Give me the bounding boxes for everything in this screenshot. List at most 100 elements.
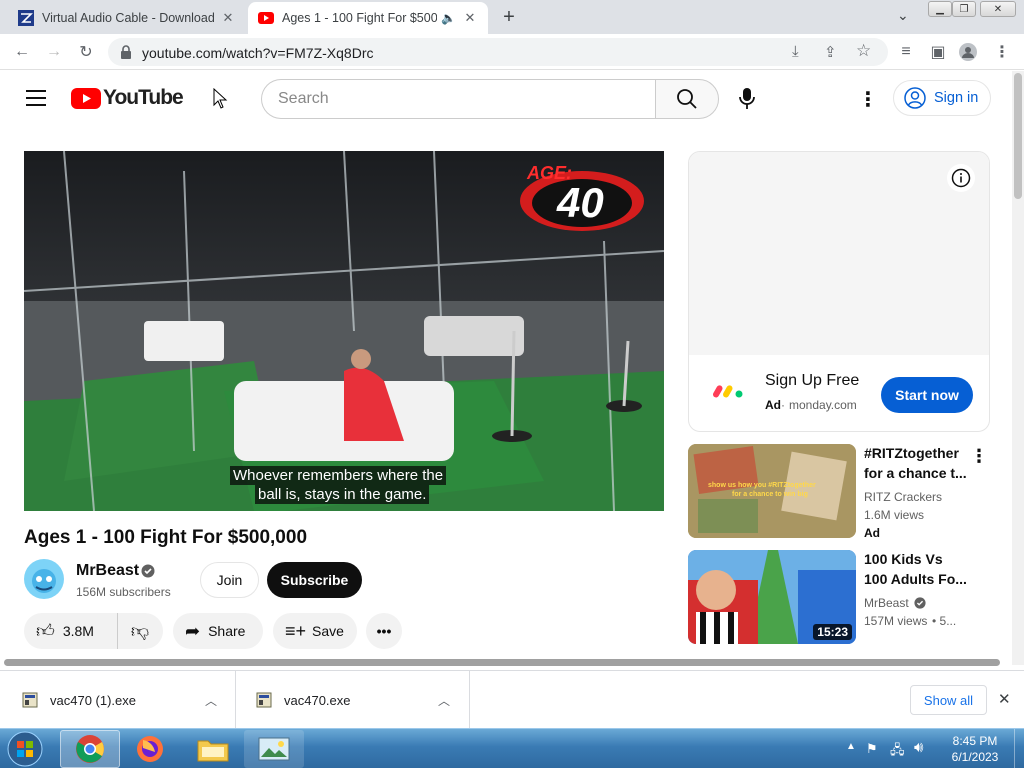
- forward-arrow-icon[interactable]: →: [44, 42, 64, 62]
- search-input[interactable]: Search: [261, 79, 656, 119]
- side-panel-icon[interactable]: ▣: [928, 42, 948, 62]
- voice-search-button[interactable]: [734, 84, 760, 114]
- vertical-scroll-thumb[interactable]: [1014, 73, 1022, 199]
- more-horizontal-icon: •••: [376, 623, 392, 639]
- show-desktop-button[interactable]: [1014, 729, 1024, 769]
- rec-title-line1[interactable]: #RITZtogether: [864, 443, 976, 463]
- windows-taskbar: ▲ ⚑ 🖧 🔊︎ 8:45 PM 6/1/2023: [0, 728, 1024, 769]
- vertical-scrollbar[interactable]: [1012, 71, 1024, 665]
- subscribe-button[interactable]: Subscribe: [267, 562, 362, 598]
- age-value: 40: [557, 179, 604, 226]
- picture-viewer-icon: [258, 737, 290, 761]
- restore-window-button[interactable]: ❐: [952, 1, 976, 17]
- horizontal-scrollbar[interactable]: [0, 655, 1012, 669]
- taskbar-firefox[interactable]: [120, 730, 180, 768]
- ad-domain: monday.com: [789, 398, 857, 412]
- kids-vs-adults-thumbnail[interactable]: 15:23: [688, 550, 856, 644]
- rec-more-icon[interactable]: ⋮: [970, 446, 988, 467]
- join-button[interactable]: Join: [200, 562, 259, 598]
- volume-icon[interactable]: 🔊︎: [914, 739, 923, 756]
- settings-more-icon[interactable]: ⋮: [858, 87, 878, 112]
- ad-card[interactable]: Sign Up Free Ad · monday.com Start now: [688, 151, 990, 432]
- tab-virtual-audio-cable[interactable]: Virtual Audio Cable - Downloads ✕: [8, 2, 246, 34]
- new-tab-button[interactable]: +: [498, 6, 520, 28]
- save-label: Save: [312, 623, 344, 639]
- share-page-icon[interactable]: ⇪: [824, 43, 837, 61]
- profile-avatar-icon[interactable]: [958, 42, 978, 62]
- chevron-up-icon[interactable]: ︿: [205, 692, 217, 709]
- rec-title-line1[interactable]: 100 Kids Vs: [864, 549, 976, 569]
- hamburger-menu-icon[interactable]: [26, 90, 46, 106]
- search-icon: [677, 89, 697, 109]
- media-controls-icon[interactable]: ≡: [896, 42, 916, 62]
- channel-avatar[interactable]: [24, 559, 64, 599]
- start-now-label: Start now: [895, 387, 959, 403]
- close-tab-icon[interactable]: ✕: [220, 10, 236, 26]
- ritz-thumb-text-1: show us how you #RITZtogether: [708, 482, 816, 489]
- taskbar-image-viewer[interactable]: [244, 730, 304, 768]
- ad-info-button[interactable]: [947, 164, 975, 192]
- tab-search-icon[interactable]: ⌄: [897, 7, 909, 24]
- like-button[interactable]: 👍︎ 3.8M: [24, 613, 118, 649]
- taskbar-chrome[interactable]: [60, 730, 120, 768]
- chevron-up-icon[interactable]: ︿: [438, 692, 450, 709]
- verified-badge-icon: [141, 564, 155, 578]
- ad-badge: Ad: [765, 398, 781, 412]
- show-all-label: Show all: [923, 692, 974, 708]
- close-shelf-icon[interactable]: ✕: [998, 690, 1011, 708]
- tab-title: Virtual Audio Cable - Downloads: [42, 11, 214, 25]
- video-title: Ages 1 - 100 Fight For $500,000: [24, 527, 308, 548]
- reload-icon[interactable]: ↻: [76, 42, 96, 62]
- show-hidden-icons[interactable]: ▲: [846, 741, 856, 752]
- start-button[interactable]: [4, 730, 46, 768]
- download-filename: vac470 (1).exe: [50, 692, 136, 708]
- action-center-flag-icon[interactable]: ⚑: [866, 741, 878, 757]
- download-filename: vac470.exe: [284, 692, 351, 708]
- network-icon[interactable]: 🖧: [890, 741, 905, 763]
- browser-toolbar: ← → ↻ youtube.com/watch?v=FM7Z-Xq8Drc ⤓ …: [0, 34, 1024, 70]
- ad-media: [689, 152, 989, 355]
- thumbs-up-icon: 👍︎: [36, 621, 55, 641]
- download-item[interactable]: vac470.exe ︿: [236, 671, 470, 729]
- back-arrow-icon[interactable]: ←: [12, 42, 32, 62]
- ritz-ad-thumbnail[interactable]: show us how you #RITZtogether for a chan…: [688, 444, 856, 538]
- lock-icon[interactable]: [120, 45, 132, 59]
- address-bar[interactable]: youtube.com/watch?v=FM7Z-Xq8Drc ⤓ ⇪ ☆: [108, 38, 888, 66]
- start-now-button[interactable]: Start now: [881, 377, 973, 413]
- tab-audio-playing-icon[interactable]: 🔈: [441, 11, 456, 25]
- dislike-button[interactable]: 👎︎: [118, 613, 162, 649]
- rec-title-line2[interactable]: for a chance t...: [864, 463, 976, 483]
- search-button[interactable]: [655, 79, 719, 119]
- vac-favicon-icon: [18, 10, 34, 26]
- share-label: Share: [208, 623, 246, 639]
- rec-views: 1.6M views: [864, 508, 925, 522]
- video-player[interactable]: AGE: 40 Whoever remembers where the ball…: [24, 151, 664, 511]
- youtube-play-logo-icon: [71, 88, 101, 109]
- horizontal-scroll-thumb[interactable]: [4, 659, 1000, 666]
- show-all-downloads-button[interactable]: Show all: [910, 685, 987, 715]
- sign-in-button[interactable]: Sign in: [893, 80, 991, 116]
- close-tab-icon[interactable]: ✕: [462, 10, 478, 26]
- monday-logo-icon: [713, 385, 743, 398]
- channel-name[interactable]: MrBeast: [76, 562, 139, 580]
- taskbar-file-explorer[interactable]: [183, 730, 243, 768]
- more-actions-button[interactable]: •••: [366, 613, 402, 649]
- download-item[interactable]: vac470 (1).exe ︿: [0, 671, 236, 729]
- minimize-window-button[interactable]: ▁: [928, 1, 952, 17]
- share-arrow-icon: ➦: [185, 620, 201, 641]
- install-app-icon[interactable]: ⤓: [792, 43, 799, 60]
- system-clock[interactable]: 8:45 PM 6/1/2023: [940, 733, 1010, 765]
- folder-icon: [197, 740, 229, 762]
- bookmark-star-icon[interactable]: ☆: [856, 41, 871, 61]
- download-shelf: vac470 (1).exe ︿ vac470.exe ︿ Show all ✕: [0, 670, 1024, 729]
- tab-title: Ages 1 - 100 Fight For $500,0: [282, 11, 438, 25]
- close-window-button[interactable]: ✕: [980, 1, 1016, 17]
- chrome-icon: [76, 735, 104, 763]
- tab-youtube-video[interactable]: Ages 1 - 100 Fight For $500,0 🔈 ✕: [248, 2, 488, 34]
- search-placeholder: Search: [278, 90, 329, 107]
- share-button[interactable]: ➦ Share: [173, 613, 263, 649]
- chrome-menu-icon[interactable]: ⋮: [992, 42, 1012, 62]
- save-button[interactable]: ≡+ Save: [273, 613, 357, 649]
- rec-views: 157M views: [864, 614, 928, 628]
- rec-title-line2[interactable]: 100 Adults Fo...: [864, 569, 976, 589]
